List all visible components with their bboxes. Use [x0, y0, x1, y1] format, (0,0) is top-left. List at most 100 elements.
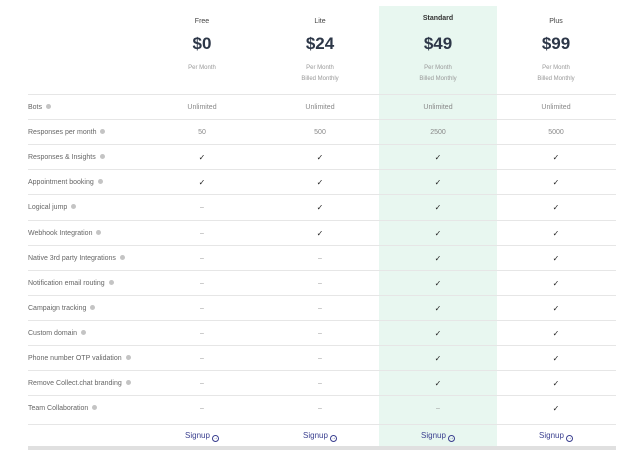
plan-period: Per Month — [424, 65, 452, 71]
feature-value: 5000 — [548, 129, 564, 137]
info-icon[interactable] — [125, 355, 131, 360]
plan-period: Per Month — [542, 65, 570, 71]
signup-label[interactable]: Signup — [539, 431, 564, 440]
feature-name: Native 3rd party Integrations — [28, 254, 116, 262]
feature-name: Appointment booking — [28, 179, 94, 187]
arrow-circle-right-icon[interactable]: → — [329, 435, 337, 442]
dash-cell: – — [318, 405, 322, 413]
check-icon: ✓ — [434, 278, 442, 288]
plan-price: $99 — [541, 34, 571, 53]
check-icon: ✓ — [434, 153, 442, 163]
check-icon: ✓ — [434, 178, 442, 188]
dash-cell: – — [318, 329, 322, 337]
check-icon: ✓ — [434, 328, 442, 338]
feature-row: Phone number OTP validation – – ✓ ✓ — [28, 345, 616, 370]
info-icon[interactable] — [100, 129, 106, 135]
info-icon[interactable] — [71, 204, 77, 210]
info-icon[interactable] — [99, 154, 105, 160]
arrow-circle-right-icon[interactable]: → — [211, 435, 219, 442]
feature-name: Notification email routing — [28, 279, 105, 287]
check-icon: ✓ — [552, 404, 560, 414]
check-icon: ✓ — [552, 203, 560, 213]
check-icon: ✓ — [552, 153, 560, 163]
dash-cell: – — [200, 204, 204, 212]
signup-label[interactable]: Signup — [303, 431, 328, 440]
feature-label: Notification email routing — [28, 271, 114, 296]
check-icon: ✓ — [552, 354, 560, 363]
bottom-scroll-edge — [28, 446, 616, 450]
dash-cell: – — [200, 355, 204, 362]
info-icon[interactable] — [125, 380, 131, 386]
check-icon: ✓ — [434, 253, 442, 263]
signup-label[interactable]: Signup — [421, 431, 446, 440]
feature-row: Notification email routing – – ✓ ✓ — [28, 269, 616, 296]
feature-label: Custom domain — [28, 321, 87, 346]
info-icon[interactable] — [108, 279, 114, 285]
dash-cell: – — [200, 329, 204, 337]
info-icon[interactable] — [90, 304, 96, 310]
feature-label: Responses per month — [28, 120, 106, 145]
plan-name: Standard — [422, 15, 454, 22]
dash-cell: – — [318, 380, 322, 388]
plan-price: $49 — [423, 34, 453, 53]
dash-cell: – — [318, 355, 322, 362]
feature-row: Appointment booking ✓ ✓ ✓ ✓ — [28, 169, 616, 194]
arrow-circle-right-icon[interactable]: → — [447, 435, 455, 442]
feature-value: Unlimited — [305, 104, 335, 111]
plan-period: Per Month — [188, 65, 216, 71]
dash-cell: – — [200, 279, 204, 287]
dash-cell: – — [200, 304, 204, 312]
check-icon: ✓ — [434, 379, 442, 389]
feature-row: Native 3rd party Integrations – – ✓ ✓ — [28, 244, 616, 271]
feature-value: 50 — [198, 129, 206, 137]
feature-label: Bots — [28, 95, 52, 120]
check-icon: ✓ — [316, 153, 324, 163]
plan-lite: Lite $24 Per Month Billed Monthly — [261, 6, 379, 94]
check-icon: ✓ — [552, 253, 560, 263]
feature-name: Logical jump — [28, 204, 68, 212]
feature-label: Logical jump — [28, 195, 77, 220]
info-icon[interactable] — [81, 329, 87, 335]
feature-label: Native 3rd party Integrations — [28, 246, 125, 271]
feature-name: Webhook Integration — [28, 229, 93, 237]
plan-billing: Billed Monthly — [537, 76, 575, 82]
check-icon: ✓ — [552, 228, 560, 238]
dash-cell: – — [436, 405, 440, 413]
plan-name: Plus — [549, 18, 563, 25]
plan-billing: Billed Monthly — [301, 76, 339, 82]
plan-standard: Standard $49 Per Month Billed Monthly — [379, 6, 497, 94]
feature-row: Responses per month 50 500 2500 5000 — [28, 119, 616, 144]
check-icon: ✓ — [552, 303, 560, 313]
arrow-circle-right-icon[interactable]: → — [565, 435, 573, 442]
dash-cell: – — [318, 279, 322, 287]
check-icon: ✓ — [198, 178, 206, 188]
feature-label: Responses & Insights — [28, 145, 105, 170]
info-icon[interactable] — [46, 104, 52, 109]
dash-cell: – — [318, 254, 322, 262]
signup-label[interactable]: Signup — [185, 431, 210, 440]
check-icon: ✓ — [434, 303, 442, 313]
check-icon: ✓ — [198, 153, 206, 163]
feature-label: Webhook Integration — [28, 221, 102, 246]
info-icon[interactable] — [96, 229, 102, 235]
signup-row: Signup → Signup → Signup → Signup → — [28, 424, 616, 448]
check-icon: ✓ — [316, 203, 324, 213]
check-icon: ✓ — [434, 203, 442, 213]
check-icon: ✓ — [552, 178, 560, 188]
check-icon: ✓ — [316, 178, 324, 188]
feature-name: Team Collaboration — [28, 405, 89, 413]
feature-name: Responses per month — [28, 129, 97, 137]
info-icon[interactable] — [119, 254, 125, 260]
feature-row: Logical jump – ✓ ✓ ✓ — [28, 194, 616, 219]
plan-billing: Billed Monthly — [419, 76, 457, 82]
feature-label: Phone number OTP validation — [28, 346, 131, 371]
feature-name: Responses & Insights — [28, 154, 96, 162]
check-icon: ✓ — [434, 228, 442, 238]
check-icon: ✓ — [552, 379, 560, 389]
plan-free: Free $0 Per Month — [143, 6, 261, 94]
info-icon[interactable] — [92, 405, 98, 411]
info-icon[interactable] — [97, 179, 103, 185]
plan-name: Lite — [314, 18, 326, 25]
feature-label: Campaign tracking — [28, 296, 96, 321]
plan-price: $0 — [192, 34, 212, 53]
